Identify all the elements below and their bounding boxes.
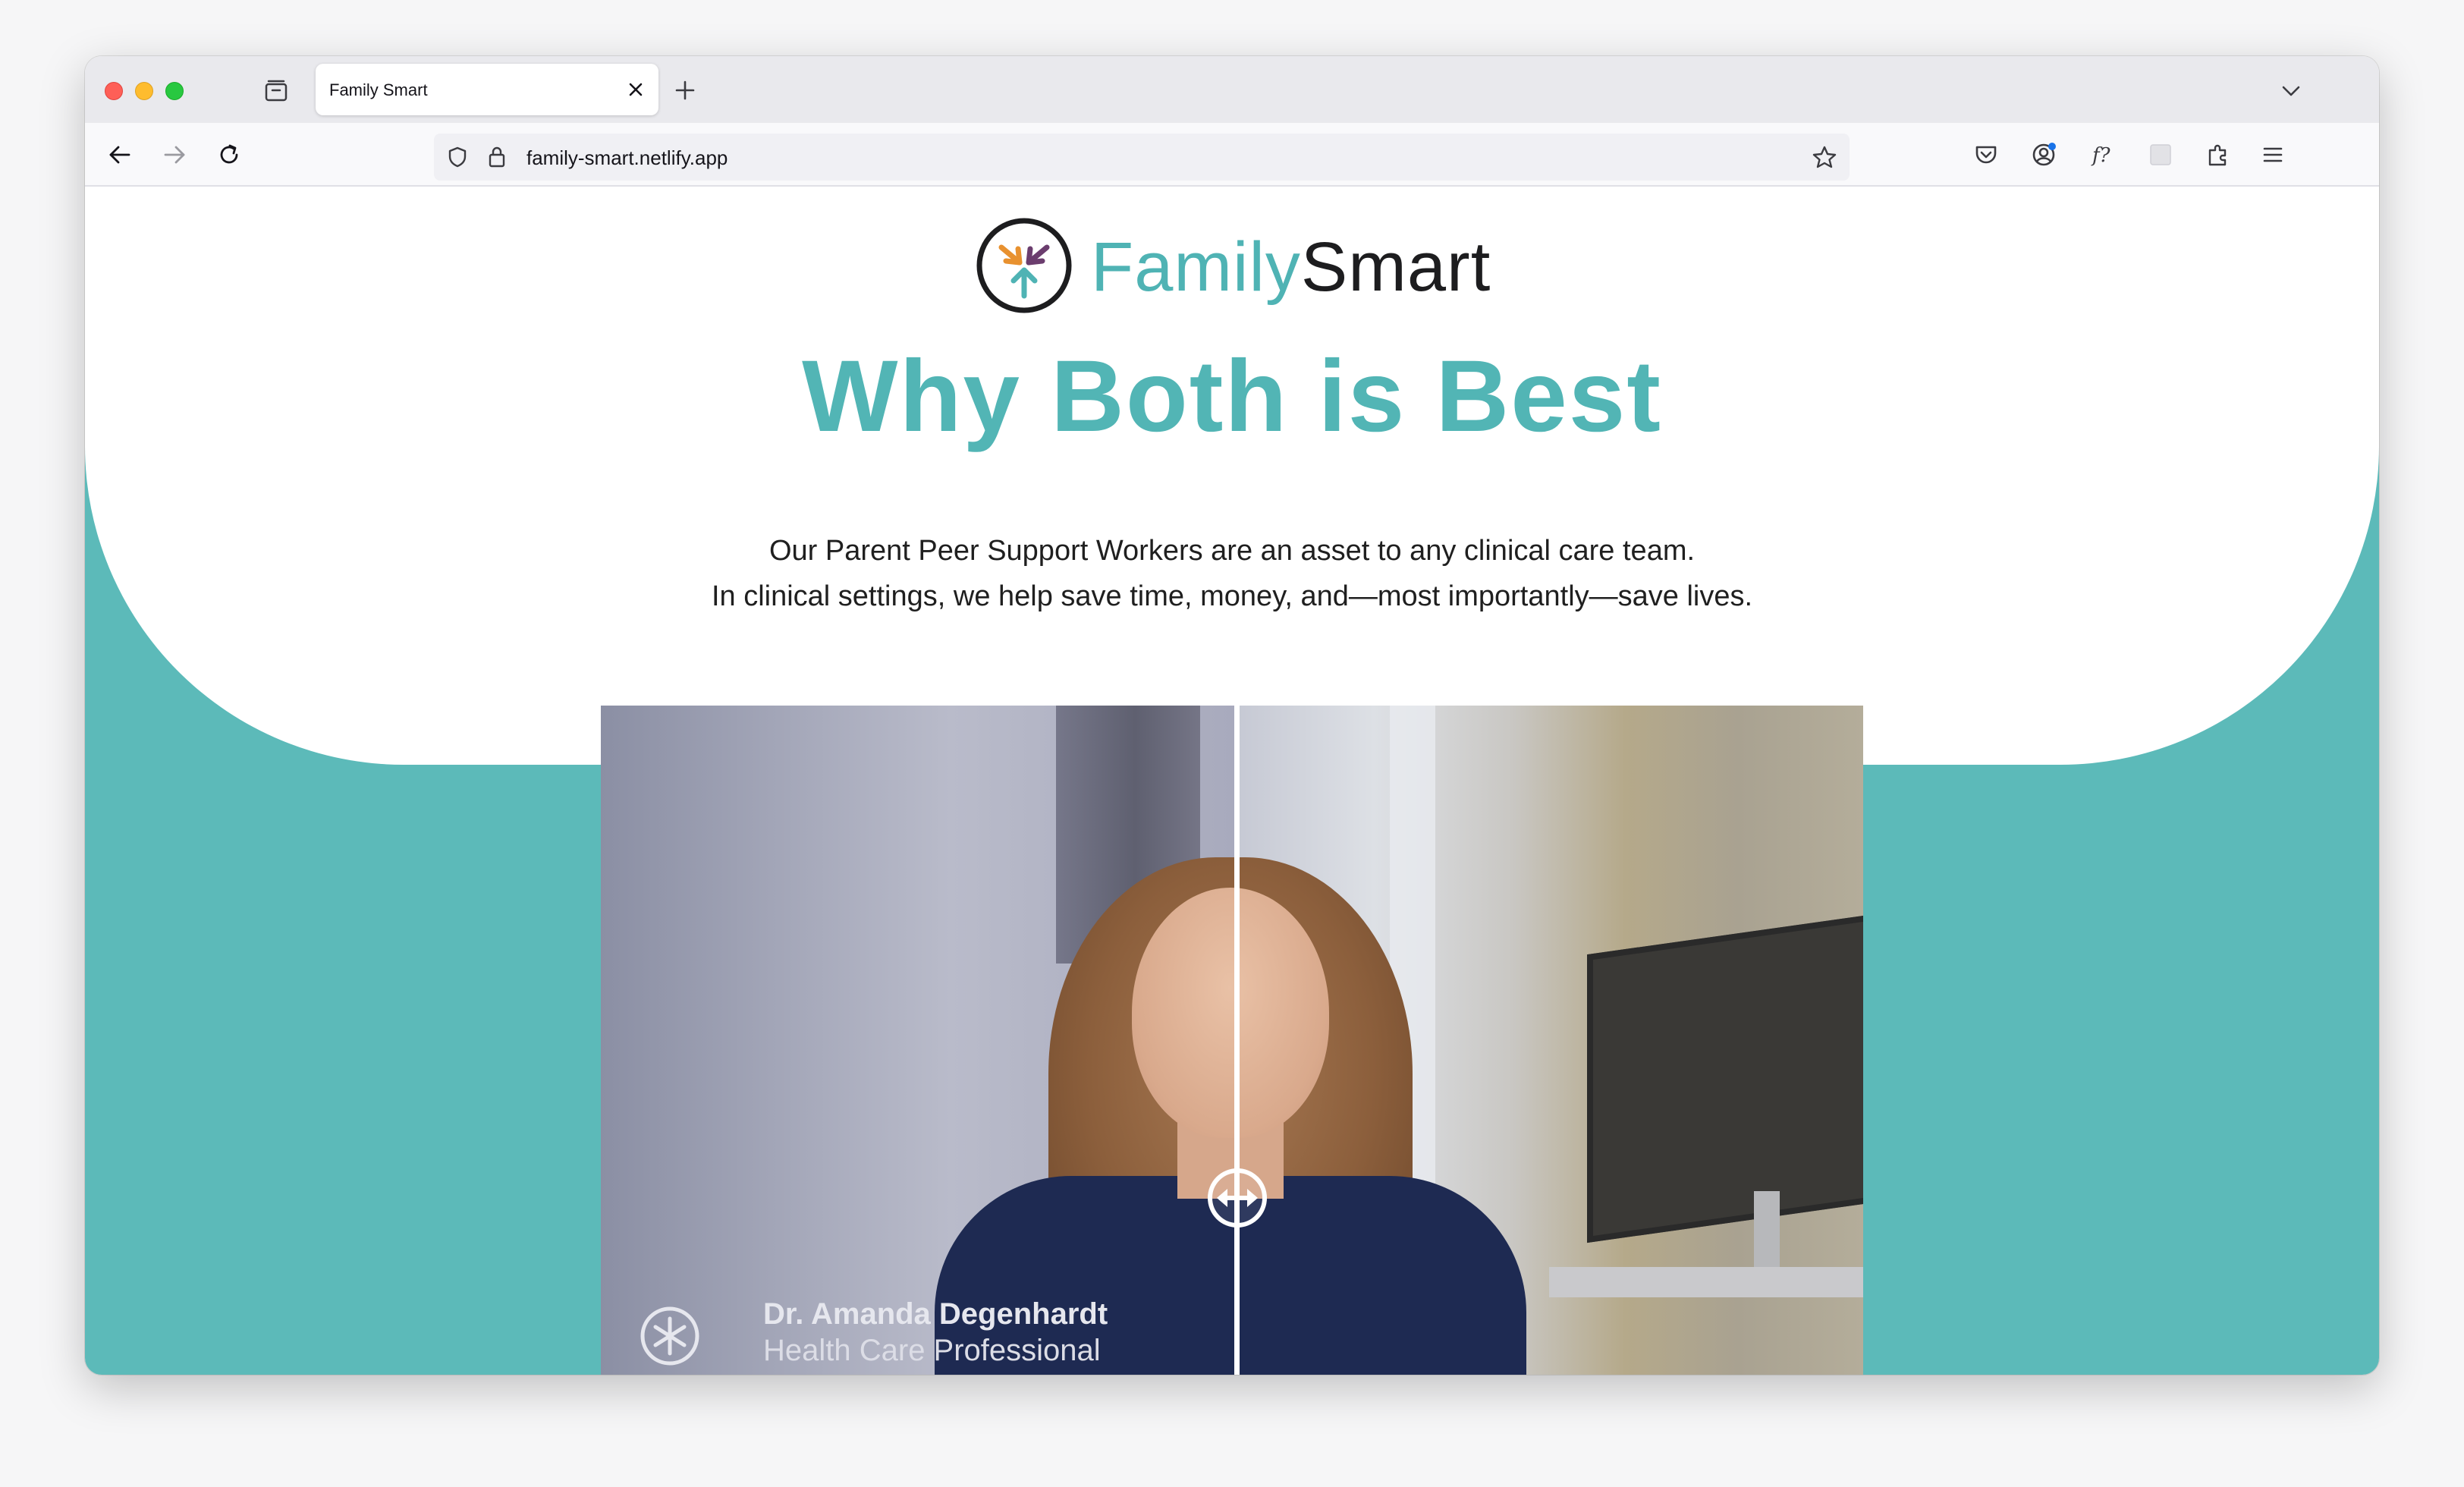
family-smart-logo-icon [976, 218, 1072, 313]
puzzle-icon[interactable] [2203, 140, 2233, 170]
close-icon[interactable] [627, 80, 645, 99]
hamburger-menu-icon[interactable] [2258, 140, 2288, 170]
shield-icon[interactable] [446, 146, 469, 168]
hero-section: FamilySmart Why Both is Best Our Parent … [85, 187, 2379, 765]
star-icon[interactable] [1812, 144, 1837, 170]
logo-family-text: Family [1091, 228, 1301, 306]
family-smart-logo[interactable]: FamilySmart [976, 217, 1490, 314]
intro-line-1: Our Parent Peer Support Workers are an a… [768, 535, 1696, 567]
tab-overview-icon[interactable] [262, 77, 290, 105]
tab-family-smart[interactable]: Family Smart [316, 64, 658, 115]
plus-icon[interactable] [672, 77, 698, 103]
web-page: FamilySmart Why Both is Best Our Parent … [85, 187, 2379, 1375]
intro-text: Our Parent Peer Support Workers are an a… [85, 528, 2379, 619]
minimize-window-button[interactable] [135, 82, 153, 100]
account-icon[interactable] [2029, 140, 2059, 170]
family-smart-watermark-icon [640, 1306, 699, 1366]
navigation-bar: family-smart.netlify.app f? [85, 123, 2379, 187]
compare-slider-icon[interactable] [1206, 1167, 1268, 1229]
logo-wordmark: FamilySmart [1091, 228, 1491, 307]
forward-arrow-icon[interactable] [159, 140, 190, 170]
intro-line-2: In clinical settings, we help save time,… [711, 580, 1753, 612]
page-headline: Why Both is Best [802, 340, 1662, 453]
chevron-down-icon[interactable] [2279, 79, 2303, 103]
url-bar[interactable]: family-smart.netlify.app [434, 134, 1850, 181]
font-icon[interactable]: f? [2088, 140, 2118, 170]
close-window-button[interactable] [105, 82, 123, 100]
tab-title: Family Smart [329, 80, 428, 99]
pocket-icon[interactable] [1971, 140, 2001, 170]
logo-smart-text: Smart [1300, 228, 1491, 306]
video-monitor [1587, 911, 1863, 1243]
comparison-divider[interactable] [1234, 706, 1240, 1375]
person-face [1132, 888, 1329, 1138]
video-desk [1549, 1267, 1863, 1297]
caption-role: Health Care Professional [763, 1334, 1101, 1367]
tab-bar: Family Smart [85, 56, 2379, 123]
extension-blank-icon[interactable] [2145, 140, 2176, 170]
svg-text:f?: f? [2091, 144, 2111, 167]
zoom-window-button[interactable] [165, 82, 184, 100]
back-arrow-icon[interactable] [105, 140, 135, 170]
video-comparison[interactable]: Dr. Amanda Degenhardt Health Care Profes… [601, 706, 1863, 1375]
caption-name: Dr. Amanda Degenhardt [763, 1297, 1108, 1331]
reload-icon[interactable] [214, 140, 244, 170]
url-text[interactable]: family-smart.netlify.app [526, 146, 728, 170]
browser-window: Family Smart family-smart.netlify.app f?… [85, 56, 2379, 1375]
lock-icon[interactable] [486, 145, 508, 169]
